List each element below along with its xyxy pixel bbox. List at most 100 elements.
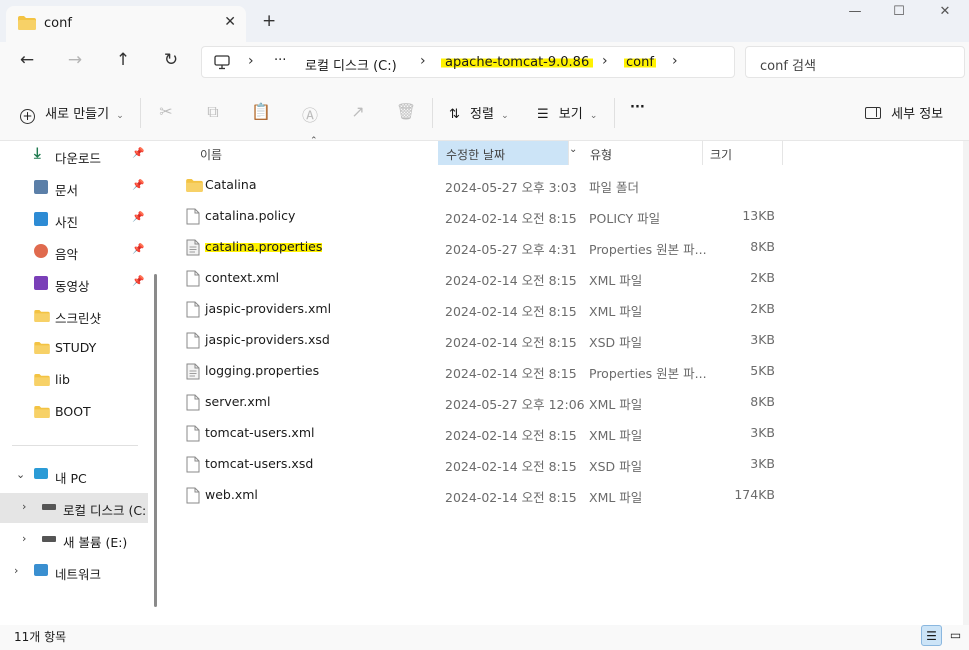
file-row[interactable]: jaspic-providers.xsd 2024-02-14 오전 8:15 … xyxy=(162,325,962,356)
item-count: 11개 항목 xyxy=(14,630,67,644)
file-row[interactable]: catalina.policy 2024-02-14 오전 8:15 POLIC… xyxy=(162,201,962,232)
sidebar-item-0[interactable]: ⤓ 다운로드 📌 xyxy=(0,141,148,171)
tiles-view-icon[interactable]: ▭ xyxy=(945,625,966,646)
file-date: 2024-02-14 오전 8:15 xyxy=(445,335,577,350)
paste-icon[interactable]: 📋 xyxy=(250,102,272,121)
file-size: 3KB xyxy=(750,456,775,471)
sort-button[interactable]: ⇅ 정렬 ⌄ xyxy=(449,103,509,122)
sidebar-item-4[interactable]: 동영상 📌 xyxy=(0,269,148,299)
file-size: 2KB xyxy=(750,301,775,316)
more-options-button[interactable]: ··· xyxy=(630,100,645,115)
tab-conf[interactable]: conf ✕ xyxy=(6,6,246,42)
details-view-icon[interactable]: ☰ xyxy=(921,625,942,646)
drive-icon xyxy=(42,504,56,510)
delete-icon[interactable]: 🗑 xyxy=(395,102,417,121)
column-header-type[interactable]: 유형 xyxy=(582,141,702,165)
rename-icon[interactable]: Ⓐ xyxy=(299,102,321,126)
breadcrumb-separator: › xyxy=(420,53,426,69)
sidebar-divider xyxy=(12,445,138,446)
toolbar-divider xyxy=(140,98,141,128)
breadcrumb-separator: › xyxy=(602,53,608,69)
sidebar-tree-item-2[interactable]: › 새 볼륨 (E:) xyxy=(0,525,148,555)
plus-circle-icon: + xyxy=(20,109,35,124)
breadcrumb-separator: › xyxy=(248,53,254,69)
file-icon xyxy=(186,208,200,225)
toolbar-divider xyxy=(614,98,615,128)
sidebar-tree-item-3[interactable]: › 네트워크 xyxy=(0,557,148,587)
breadcrumb-overflow[interactable]: ··· xyxy=(274,53,286,68)
column-header-date-label: 수정한 날짜 xyxy=(446,148,506,162)
file-date: 2024-05-27 오후 3:03 xyxy=(445,180,577,195)
file-type: XSD 파일 xyxy=(589,335,643,350)
details-button[interactable]: 세부 정보 xyxy=(865,103,943,122)
file-date: 2024-02-14 오전 8:15 xyxy=(445,304,577,319)
sidebar-item-2[interactable]: 사진 📌 xyxy=(0,205,148,235)
up-button[interactable]: ↑ xyxy=(109,50,137,76)
file-row[interactable]: server.xml 2024-05-27 오후 12:06 XML 파일 8K… xyxy=(162,387,962,418)
breadcrumb-conf[interactable]: conf xyxy=(624,55,656,70)
sidebar-tree-label: 내 PC xyxy=(55,471,87,486)
folder-icon xyxy=(34,374,50,386)
network-icon xyxy=(34,564,48,576)
minimize-button[interactable]: — xyxy=(835,4,875,24)
file-row[interactable]: tomcat-users.xsd 2024-02-14 오전 8:15 XSD … xyxy=(162,449,962,480)
column-header-date[interactable]: 수정한 날짜 ⌄ xyxy=(438,141,577,165)
properties-file-icon xyxy=(186,363,200,380)
new-tab-button[interactable]: + xyxy=(262,11,276,31)
address-bar[interactable]: › ··· 로컬 디스크 (C:) › apache-tomcat-9.0.86… xyxy=(201,46,735,78)
pin-icon: 📌 xyxy=(132,180,145,191)
refresh-button[interactable]: ↻ xyxy=(157,50,185,76)
close-tab-icon[interactable]: ✕ xyxy=(224,14,236,30)
file-icon xyxy=(186,456,200,473)
close-window-button[interactable]: ✕ xyxy=(925,4,965,24)
file-type: XML 파일 xyxy=(589,273,643,288)
file-list-scrollbar[interactable] xyxy=(963,141,969,625)
sidebar-item-8[interactable]: BOOT xyxy=(0,397,148,427)
new-button[interactable]: + 새로 만들기 ⌄ xyxy=(20,103,124,124)
file-row[interactable]: Catalina 2024-05-27 오후 3:03 파일 폴더 xyxy=(162,170,962,201)
pin-icon: 📌 xyxy=(132,148,145,159)
file-type: XML 파일 xyxy=(589,304,643,319)
download-icon: ⤓ xyxy=(34,144,41,162)
file-row[interactable]: tomcat-users.xml 2024-02-14 오전 8:15 XML … xyxy=(162,418,962,449)
cut-icon[interactable]: ✂ xyxy=(155,102,177,121)
file-row[interactable]: web.xml 2024-02-14 오전 8:15 XML 파일 174KB xyxy=(162,480,962,511)
document-icon xyxy=(34,180,48,194)
sidebar-item-3[interactable]: 음악 📌 xyxy=(0,237,148,267)
file-name: catalina.properties xyxy=(205,239,323,254)
sidebar-item-1[interactable]: 문서 📌 xyxy=(0,173,148,203)
status-bar: 11개 항목 ☰ ▭ xyxy=(0,625,969,650)
file-row[interactable]: jaspic-providers.xml 2024-02-14 오전 8:15 … xyxy=(162,294,962,325)
file-row[interactable]: logging.properties 2024-02-14 오전 8:15 Pr… xyxy=(162,356,962,387)
sidebar-item-7[interactable]: lib xyxy=(0,365,148,395)
maximize-button[interactable]: ☐ xyxy=(879,4,919,24)
breadcrumb-apache-tomcat[interactable]: apache-tomcat-9.0.86 xyxy=(441,55,594,70)
breadcrumb-local-disk[interactable]: 로컬 디스크 (C:) xyxy=(305,55,397,74)
file-size: 8KB xyxy=(750,394,775,409)
sidebar-tree-item-0[interactable]: ⌄ 내 PC xyxy=(0,461,148,491)
file-row[interactable]: catalina.properties 2024-05-27 오후 4:31 P… xyxy=(162,232,962,263)
details-button-label: 세부 정보 xyxy=(891,107,944,122)
search-input[interactable]: conf 검색 xyxy=(745,46,965,78)
sidebar-item-label: 음악 xyxy=(55,247,79,262)
sidebar-item-6[interactable]: STUDY xyxy=(0,333,148,363)
video-icon xyxy=(34,276,48,290)
column-header-name[interactable]: 이름 xyxy=(192,141,438,165)
file-icon xyxy=(186,425,200,442)
share-icon[interactable]: ↗ xyxy=(347,102,369,121)
sidebar-tree-item-1[interactable]: › 로컬 디스크 (C: xyxy=(0,493,148,523)
file-name: server.xml xyxy=(205,394,271,409)
forward-button[interactable]: → xyxy=(61,50,89,76)
column-divider[interactable] xyxy=(782,141,783,165)
back-button[interactable]: ← xyxy=(13,50,41,76)
column-divider[interactable] xyxy=(568,141,569,165)
sidebar-scrollbar[interactable] xyxy=(154,274,157,607)
sidebar-item-5[interactable]: 스크린샷 xyxy=(0,301,148,331)
file-type: Properties 원본 파... xyxy=(589,366,707,381)
column-header-size[interactable]: 크기 xyxy=(702,141,782,165)
copy-icon[interactable]: ⧉ xyxy=(202,102,224,122)
file-row[interactable]: context.xml 2024-02-14 오전 8:15 XML 파일 2K… xyxy=(162,263,962,294)
view-button[interactable]: ☰ 보기 ⌄ xyxy=(537,103,597,122)
file-size: 8KB xyxy=(750,239,775,254)
file-size: 5KB xyxy=(750,363,775,378)
